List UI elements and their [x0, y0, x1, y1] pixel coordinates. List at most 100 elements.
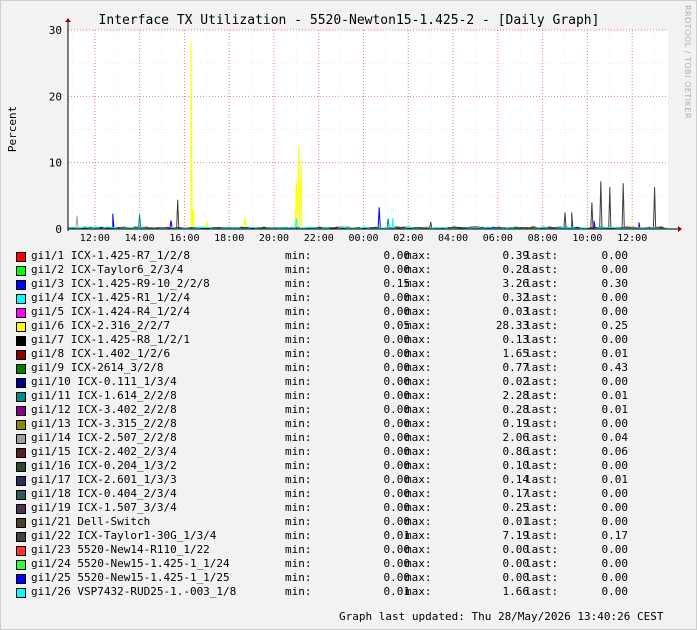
legend-max-value: 2.28: [502, 389, 530, 402]
legend-swatch: [16, 490, 26, 500]
legend-max-value: 0.13: [502, 333, 530, 346]
legend-min-label: min:: [285, 319, 312, 332]
legend-swatch: [16, 504, 26, 514]
legend-last-value: 0.00: [601, 571, 629, 584]
legend-swatch: [16, 434, 26, 444]
legend-min-value: 0.00: [383, 347, 411, 360]
legend-max-value: 0.32: [502, 291, 530, 304]
legend-series-name: gi1/22 ICX-Taylor1-30G_1/3/4: [31, 529, 217, 542]
legend-item: gi1/8 ICX-1.402_1/2/6 min: 0.00 max: 1.65 las…: [15, 347, 695, 361]
legend-item: gi1/17 ICX-2.601_1/3/3 min: 0.00 max: 0.14 la…: [15, 473, 695, 487]
legend-item: gi1/16 ICX-0.204_1/3/2 min: 0.00 max: 0.10 la…: [15, 459, 695, 473]
legend-last-label: last:: [525, 319, 559, 332]
legend-last-value: 0.00: [601, 305, 629, 318]
legend-swatch: [16, 308, 26, 318]
legend-min-label: min:: [285, 585, 312, 598]
x-tick-label: 08:00: [528, 233, 558, 244]
legend-last-label: last:: [525, 543, 559, 556]
legend-max-value: 0.03: [502, 305, 530, 318]
legend-last-label: last:: [525, 501, 559, 514]
legend-last-value: 0.00: [601, 557, 629, 570]
legend-max-label: max:: [405, 585, 432, 598]
legend-max-label: max:: [405, 571, 432, 584]
legend-min-label: min:: [285, 347, 312, 360]
legend-series-name: gi1/23 5520-New14-R110_1/22: [31, 543, 210, 556]
legend-min-value: 0.00: [383, 571, 411, 584]
legend-series-name: gi1/10 ICX-0.111_1/3/4: [31, 375, 177, 388]
legend-swatch: [16, 392, 26, 402]
legend-min-label: min:: [285, 263, 312, 276]
x-tick-label: 06:00: [483, 233, 513, 244]
legend-swatch: [16, 462, 26, 472]
legend-min-value: 0.00: [383, 557, 411, 570]
graph-frame: Interface TX Utilization - 5520-Newton15…: [0, 0, 697, 630]
legend-series-name: gi1/24 5520-New15-1.425-1_1/24: [31, 557, 230, 570]
legend-min-value: 0.00: [383, 473, 411, 486]
legend-min-label: min:: [285, 389, 312, 402]
legend-last-label: last:: [525, 473, 559, 486]
legend-min-label: min:: [285, 473, 312, 486]
legend-max-label: max:: [405, 277, 432, 290]
legend-last-value: 0.04: [601, 431, 629, 444]
legend-item: gi1/22 ICX-Taylor1-30G_1/3/4 min: 0.01 max:…: [15, 529, 695, 543]
legend-swatch: [16, 532, 26, 542]
legend-max-label: max:: [405, 375, 432, 388]
legend-swatch: [16, 560, 26, 570]
legend-series-name: gi1/15 ICX-2.402_2/3/4: [31, 445, 177, 458]
legend-max-label: max:: [405, 459, 432, 472]
legend-swatch: [16, 252, 26, 262]
legend-swatch: [16, 378, 26, 388]
legend-series-name: gi1/11 ICX-1.614_2/2/8: [31, 389, 177, 402]
y-tick-label: 30: [49, 24, 62, 37]
x-tick-label: 20:00: [259, 233, 289, 244]
legend-swatch: [16, 448, 26, 458]
legend-last-label: last:: [525, 305, 559, 318]
legend-min-label: min:: [285, 403, 312, 416]
legend-item: gi1/14 ICX-2.507_2/2/8 min: 0.00 max: 2.06 la…: [15, 431, 695, 445]
legend-max-value: 0.86: [502, 445, 530, 458]
legend-max-value: 0.28: [502, 403, 530, 416]
legend-item: gi1/26 VSP7432-RUD25-1.-003_1/8 min: 0.01 m…: [15, 585, 695, 599]
legend-last-label: last:: [525, 557, 559, 570]
legend-last-label: last:: [525, 389, 559, 402]
legend-item: gi1/5 ICX-1.424-R4_1/2/4 min: 0.00 max: 0.03…: [15, 305, 695, 319]
legend-last-value: 0.00: [601, 263, 629, 276]
legend-swatch: [16, 364, 26, 374]
legend-max-label: max:: [405, 473, 432, 486]
legend-last-value: 0.00: [601, 543, 629, 556]
legend-last-label: last:: [525, 403, 559, 416]
legend-series-name: gi1/21 Dell-Switch: [31, 515, 151, 528]
legend-max-value: 28.33: [495, 319, 529, 332]
chart-title: Interface TX Utilization - 5520-Newton15…: [99, 13, 600, 28]
legend-max-value: 0.28: [502, 263, 530, 276]
legend-series-name: gi1/9 ICX-2614_3/2/8: [31, 361, 164, 374]
legend-min-value: 0.00: [383, 501, 411, 514]
legend-last-label: last:: [525, 249, 559, 262]
legend-item: gi1/1 ICX-1.425-R7_1/2/8 min: 0.00 max: 0.39…: [15, 249, 695, 263]
legend-min-label: min:: [285, 291, 312, 304]
legend-max-value: 7.19: [502, 529, 530, 542]
legend-max-value: 0.10: [502, 459, 530, 472]
legend-min-value: 0.00: [383, 459, 411, 472]
legend-max-label: max:: [405, 487, 432, 500]
legend-item: gi1/3 ICX-1.425-R9-10_2/2/8 min: 0.15 max: 3…: [15, 277, 695, 291]
legend-last-label: last:: [525, 459, 559, 472]
legend-series-name: gi1/7 ICX-1.425-R8_1/2/1: [31, 333, 190, 346]
legend-max-value: 0.00: [502, 557, 530, 570]
legend-max-value: 2.06: [502, 431, 530, 444]
rrdtool-watermark: RRDTOOL / TOBI OETIKER: [683, 5, 692, 120]
legend-last-label: last:: [525, 347, 559, 360]
legend-last-value: 0.17: [601, 529, 629, 542]
legend-last-label: last:: [525, 529, 559, 542]
legend-max-label: max:: [405, 263, 432, 276]
legend-max-value: 1.65: [502, 347, 530, 360]
x-tick-label: 04:00: [438, 233, 468, 244]
legend-min-label: min:: [285, 571, 312, 584]
legend-min-value: 0.00: [383, 263, 411, 276]
legend-swatch: [16, 546, 26, 556]
legend-swatch: [16, 322, 26, 332]
legend-item: gi1/18 ICX-0.404_2/3/4 min: 0.00 max: 0.17 la…: [15, 487, 695, 501]
legend-max-label: max:: [405, 347, 432, 360]
legend-max-value: 1.66: [502, 585, 530, 598]
legend-last-value: 0.01: [601, 473, 629, 486]
